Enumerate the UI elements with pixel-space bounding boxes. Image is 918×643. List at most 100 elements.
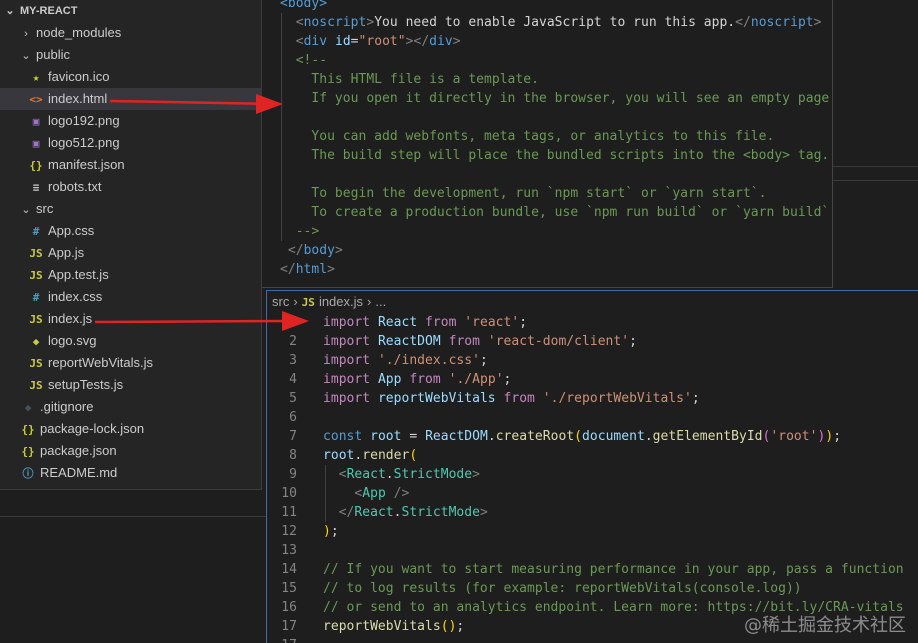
explorer-item[interactable]: JS setupTests.js [0, 374, 261, 396]
code-token: from [503, 391, 535, 406]
line-number: 15 [281, 581, 297, 596]
line-number: 3 [289, 353, 297, 368]
code-token: ( [409, 448, 418, 463]
chevron-right-icon: › [293, 294, 298, 309]
code-token: </ [280, 262, 296, 277]
explorer-item[interactable]: ⓘ README.md [0, 462, 261, 484]
code-token: < [295, 15, 304, 30]
code-token: App [377, 372, 402, 387]
explorer-item-label: README.md [40, 465, 118, 480]
code-token: import [323, 353, 371, 368]
explorer-item[interactable]: › node_modules [0, 22, 261, 44]
line-number: 7 [289, 429, 297, 444]
explorer-item[interactable]: <> index.html [0, 88, 261, 110]
code-line: const root = ReactDOM.createRoot(documen… [323, 427, 841, 446]
code-line: To create a production bundle, use `npm … [280, 203, 833, 222]
explorer-item[interactable]: # index.css [0, 286, 261, 308]
breadcrumb-symbols[interactable]: ... [375, 294, 386, 309]
code-token: . [644, 429, 653, 444]
explorer-item[interactable]: ⌄ public [0, 44, 261, 66]
explorer-item[interactable]: {} package.json [0, 440, 261, 462]
explorer-item[interactable]: JS App.js [0, 242, 261, 264]
explorer-item-label: package.json [40, 443, 117, 458]
explorer-item-label: App.test.js [48, 267, 109, 282]
code-token: './App' [448, 372, 504, 387]
explorer-panel: ⌄ MY-REACT › node_modules ⌄ public ★ favicon.i… [0, 0, 262, 490]
code-line: If you open it directly in the browser, … [280, 89, 832, 108]
code-token: < [338, 467, 347, 482]
code-token: document [582, 429, 645, 444]
code-token: > [472, 467, 480, 482]
code-line: <div id="root"></div> [280, 32, 461, 51]
code-token: > [813, 15, 822, 30]
divider [833, 180, 918, 181]
code-token: <!-- [295, 53, 328, 68]
explorer-item-label: index.js [48, 311, 93, 326]
line-number: 14 [281, 562, 297, 577]
explorer-item[interactable]: ▣ logo192.png [0, 110, 261, 132]
line-number: 6 [289, 410, 297, 425]
explorer-item[interactable]: ≡ robots.txt [0, 176, 261, 198]
index-js-editor[interactable]: src › JS index.js ›... import React from 're… [266, 290, 918, 643]
code-token: 'react-dom/client' [487, 334, 630, 349]
code-token: div [429, 34, 453, 49]
explorer-item-label: logo.svg [48, 333, 97, 348]
code-token: React [346, 467, 386, 482]
code-token: > [319, 0, 328, 11]
breadcrumb-file[interactable]: index.js [319, 294, 363, 309]
explorer-item[interactable]: {} manifest.json [0, 154, 261, 176]
code-token: StrictMode [401, 505, 480, 520]
line-number: 9 [289, 467, 297, 482]
code-line: ); [323, 522, 339, 541]
code-line: import React from 'react'; [323, 313, 527, 332]
code-token: . [385, 467, 394, 482]
code-line: <!-- [280, 51, 327, 70]
code-token: ; [330, 524, 339, 539]
explorer-item[interactable]: JS reportWebVitals.js [0, 352, 261, 374]
code-line: The build step will place the bundled sc… [280, 146, 829, 165]
breadcrumb-folder[interactable]: src [272, 294, 289, 309]
line-number: 16 [281, 600, 297, 615]
json-icon: {} [21, 445, 35, 458]
code-line: reportWebVitals(); [323, 617, 464, 636]
code-token: noscript [750, 15, 814, 30]
explorer-item[interactable]: ★ favicon.ico [0, 66, 261, 88]
explorer-item[interactable]: ▣ logo512.png [0, 132, 261, 154]
explorer-item-label: index.html [48, 91, 108, 106]
index-html-editor[interactable]: <body> <noscript>You need to enable Java… [262, 0, 833, 288]
explorer-item-label: logo512.png [48, 135, 120, 150]
js-icon: JS [29, 379, 43, 392]
js-icon: JS [29, 269, 43, 282]
js-icon: JS [29, 357, 43, 370]
explorer-item[interactable]: ⌄ src [0, 198, 261, 220]
explorer-item[interactable]: JS App.test.js [0, 264, 261, 286]
explorer-item[interactable]: ◆ .gitignore [0, 396, 261, 418]
line-number: 11 [281, 505, 297, 520]
code-token: To create a production bundle, use `npm … [280, 205, 833, 220]
code-token: root [370, 429, 402, 444]
explorer-item-label: public [36, 47, 70, 62]
js-file-icon: JS [301, 296, 315, 309]
explorer-root-folder[interactable]: ⌄ MY-REACT [0, 0, 261, 22]
panel-background [833, 0, 918, 288]
code-line: import ReactDOM from 'react-dom/client'; [323, 332, 637, 351]
code-token: To begin the development, run `npm start… [280, 186, 767, 201]
code-token: < [280, 0, 288, 11]
image-icon: ▣ [32, 137, 40, 150]
explorer-item[interactable]: # App.css [0, 220, 261, 242]
code-line: <body> [280, 0, 327, 13]
explorer-item[interactable]: {} package-lock.json [0, 418, 261, 440]
code-line: import App from './App'; [323, 370, 511, 389]
code-token: ; [456, 619, 465, 634]
explorer-item[interactable]: JS index.js [0, 308, 261, 330]
json-icon: {} [29, 159, 43, 172]
explorer-item[interactable]: ◆ logo.svg [0, 330, 261, 352]
code-line: </React.StrictMode> [323, 503, 488, 522]
